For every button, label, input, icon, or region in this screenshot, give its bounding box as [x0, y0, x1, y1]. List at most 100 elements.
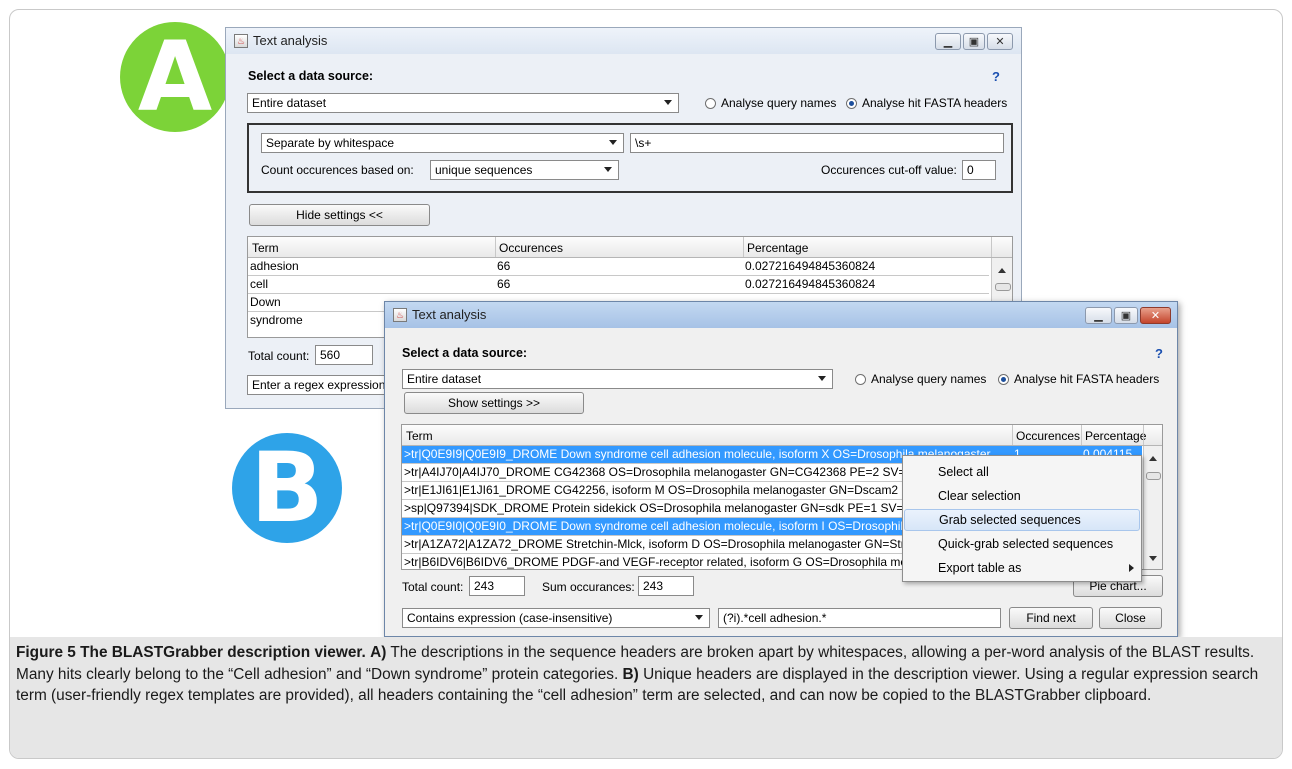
table-row[interactable]: adhesion 66 0.027216494845360824	[248, 258, 991, 275]
show-settings-button[interactable]: Show settings >>	[404, 392, 584, 414]
menu-item-quick-grab[interactable]: Quick-grab selected sequences	[904, 533, 1140, 555]
title-bar: ♨ Text analysis ▁ ▣ ✕	[226, 28, 1021, 54]
cutoff-label: Occurences cut-off value:	[821, 163, 957, 177]
scroll-thumb[interactable]	[995, 283, 1011, 291]
term-cell: cell	[250, 277, 269, 291]
column-divider	[743, 237, 744, 257]
caption-b-label: B)	[622, 665, 639, 683]
column-divider	[1081, 425, 1082, 445]
count-label: Count occurences based on:	[261, 163, 414, 177]
title-bar: ♨ Text analysis ▁ ▣ ✕	[385, 302, 1177, 328]
separator-value: Separate by whitespace	[266, 136, 395, 150]
total-count-label: Total count:	[248, 349, 310, 363]
java-app-icon: ♨	[234, 34, 248, 48]
separator-select[interactable]: Separate by whitespace	[261, 133, 624, 153]
figure-caption: Figure 5 The BLASTGrabber description vi…	[16, 642, 1276, 707]
menu-item-clear-selection[interactable]: Clear selection	[904, 485, 1140, 507]
help-icon[interactable]: ?	[992, 69, 1000, 84]
filter-type-value: Contains expression (case-insensitive)	[407, 611, 613, 625]
column-header-percentage[interactable]: Percentage	[1085, 429, 1146, 443]
radio-hit-headers-label: Analyse hit FASTA headers	[862, 96, 1008, 110]
percentage-cell: 0.027216494845360824	[745, 277, 876, 291]
window-title: Text analysis	[412, 307, 487, 322]
find-next-button[interactable]: Find next	[1009, 607, 1093, 629]
select-source-label: Select a data source:	[248, 69, 374, 83]
caption-a-label: A)	[370, 644, 387, 661]
column-header-occurences[interactable]: Occurences	[1016, 429, 1080, 443]
minimize-icon[interactable]: ▁	[935, 33, 961, 50]
chevron-down-icon	[695, 615, 703, 620]
radio-query-names-label: Analyse query names	[721, 96, 837, 110]
chevron-right-icon	[1129, 564, 1134, 572]
menu-item-select-all[interactable]: Select all	[904, 461, 1140, 483]
menu-item-grab-selected[interactable]: Grab selected sequences	[904, 509, 1140, 531]
radio-hit-headers[interactable]	[998, 374, 1009, 385]
close-icon[interactable]: ✕	[987, 33, 1013, 50]
count-basis-value: unique sequences	[435, 163, 533, 177]
close-icon[interactable]: ✕	[1140, 307, 1171, 324]
term-cell: syndrome	[250, 313, 303, 327]
sum-occurances-label: Sum occurances:	[542, 580, 635, 594]
total-count-value: 560	[315, 345, 373, 365]
table-header: Term Occurences Percentage	[402, 425, 1162, 446]
column-divider	[991, 237, 992, 257]
data-source-select[interactable]: Entire dataset	[247, 93, 679, 113]
column-header-term[interactable]: Term	[406, 429, 433, 443]
radio-query-names[interactable]	[855, 374, 866, 385]
scroll-up-icon[interactable]	[1149, 456, 1157, 461]
select-source-label: Select a data source:	[402, 346, 528, 360]
term-cell: adhesion	[250, 259, 299, 273]
regex-template-value: Enter a regex expression	[252, 378, 386, 392]
radio-hit-headers[interactable]	[846, 98, 857, 109]
regex-search-input[interactable]: (?i).*cell adhesion.*	[718, 608, 1001, 628]
table-row[interactable]: cell 66 0.027216494845360824	[248, 276, 991, 293]
minimize-icon[interactable]: ▁	[1085, 307, 1112, 324]
chevron-down-icon	[818, 376, 826, 381]
column-header-occurences[interactable]: Occurences	[499, 241, 563, 255]
radio-query-names[interactable]	[705, 98, 716, 109]
data-source-select[interactable]: Entire dataset	[402, 369, 833, 389]
help-icon[interactable]: ?	[1155, 346, 1163, 361]
column-header-percentage[interactable]: Percentage	[747, 241, 808, 255]
filter-type-select[interactable]: Contains expression (case-insensitive)	[402, 608, 710, 628]
occurences-cell: 66	[497, 277, 511, 291]
column-divider	[495, 237, 496, 257]
column-divider	[1143, 425, 1144, 445]
scroll-thumb[interactable]	[1146, 472, 1161, 480]
total-count-label: Total count:	[402, 580, 464, 594]
occurences-cell: 66	[497, 259, 511, 273]
context-menu: Select all Clear selection Grab selected…	[902, 455, 1142, 582]
count-basis-select[interactable]: unique sequences	[430, 160, 619, 180]
hide-settings-button[interactable]: Hide settings <<	[249, 204, 430, 226]
figure-title: The BLASTGrabber description viewer.	[80, 644, 366, 661]
menu-item-export-label: Export table as	[938, 561, 1022, 575]
java-app-icon: ♨	[393, 308, 407, 322]
cutoff-input[interactable]: 0	[962, 160, 996, 180]
vertical-scrollbar[interactable]	[1143, 446, 1162, 569]
data-source-value: Entire dataset	[407, 372, 482, 386]
maximize-icon[interactable]: ▣	[963, 33, 985, 50]
chevron-down-icon	[664, 100, 672, 105]
menu-item-export-table[interactable]: Export table as	[904, 557, 1140, 579]
radio-query-names-label: Analyse query names	[871, 372, 987, 386]
chevron-down-icon	[604, 167, 612, 172]
percentage-cell: 0.027216494845360824	[745, 259, 876, 273]
panel-b-badge: B	[232, 432, 342, 544]
window-title: Text analysis	[253, 33, 328, 48]
total-count-value: 243	[469, 576, 525, 596]
table-header: Term Occurences Percentage	[248, 237, 1012, 258]
separator-regex-input[interactable]: \s+	[630, 133, 1004, 153]
scroll-up-icon[interactable]	[998, 268, 1006, 273]
data-source-value: Entire dataset	[252, 96, 327, 110]
term-cell: Down	[250, 295, 281, 309]
settings-panel: Separate by whitespace \s+ Count occuren…	[247, 123, 1013, 193]
sum-occurances-value: 243	[638, 576, 694, 596]
panel-a-badge: A	[120, 21, 230, 133]
maximize-icon[interactable]: ▣	[1114, 307, 1138, 324]
column-divider	[1012, 425, 1013, 445]
scroll-down-icon[interactable]	[1149, 556, 1157, 561]
chevron-down-icon	[609, 140, 617, 145]
column-header-term[interactable]: Term	[252, 241, 279, 255]
close-button[interactable]: Close	[1099, 607, 1162, 629]
figure-label: Figure 5	[16, 644, 76, 661]
